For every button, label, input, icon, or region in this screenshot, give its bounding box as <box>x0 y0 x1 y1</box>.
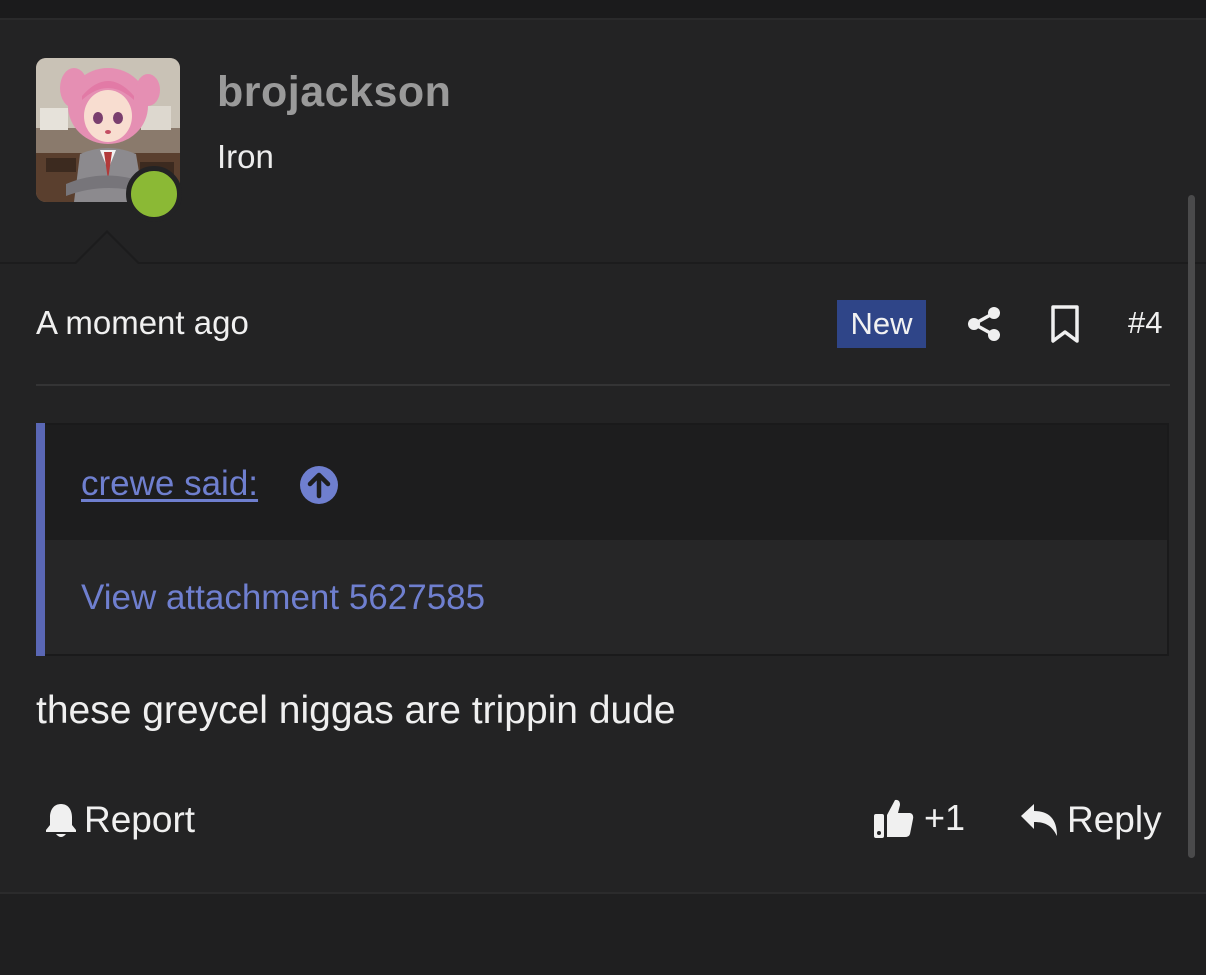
bookmark-icon[interactable] <box>1049 304 1081 344</box>
post-message: these greycel niggas are trippin dude <box>36 689 676 732</box>
reply-label: Reply <box>1067 799 1162 840</box>
new-badge: New <box>837 300 926 348</box>
user-header: brojackson Iron <box>0 20 1206 264</box>
username[interactable]: brojackson <box>217 68 451 117</box>
below-post-area <box>0 894 1206 975</box>
post-number[interactable]: #4 <box>1128 305 1162 341</box>
top-strip <box>0 0 1206 20</box>
quote-author-link[interactable]: crewe said: <box>81 464 258 504</box>
online-status-dot <box>126 166 182 222</box>
like-button[interactable]: +1 <box>872 796 965 840</box>
header-arrow-fill <box>76 233 138 264</box>
bell-icon <box>46 804 76 837</box>
jump-to-quote-icon[interactable] <box>299 465 339 505</box>
quote-attachment-link[interactable]: View attachment 5627585 <box>81 578 485 618</box>
meta-divider <box>36 384 1170 386</box>
share-icon[interactable] <box>965 305 1003 343</box>
post-timestamp[interactable]: A moment ago <box>36 304 249 342</box>
header-divider <box>0 262 1206 264</box>
thumbs-up-icon <box>874 799 914 838</box>
report-label: Report <box>84 799 196 840</box>
like-count: +1 <box>924 797 966 838</box>
reply-button[interactable]: Reply <box>1019 798 1162 842</box>
quote-accent-bar <box>36 423 45 656</box>
report-button[interactable]: Report <box>44 798 195 842</box>
post: brojackson Iron A moment ago New #4 crew… <box>0 20 1206 892</box>
page: brojackson Iron A moment ago New #4 crew… <box>0 0 1206 975</box>
scrollbar[interactable] <box>1188 195 1195 858</box>
reply-icon <box>1021 804 1057 836</box>
user-title: Iron <box>217 138 274 175</box>
